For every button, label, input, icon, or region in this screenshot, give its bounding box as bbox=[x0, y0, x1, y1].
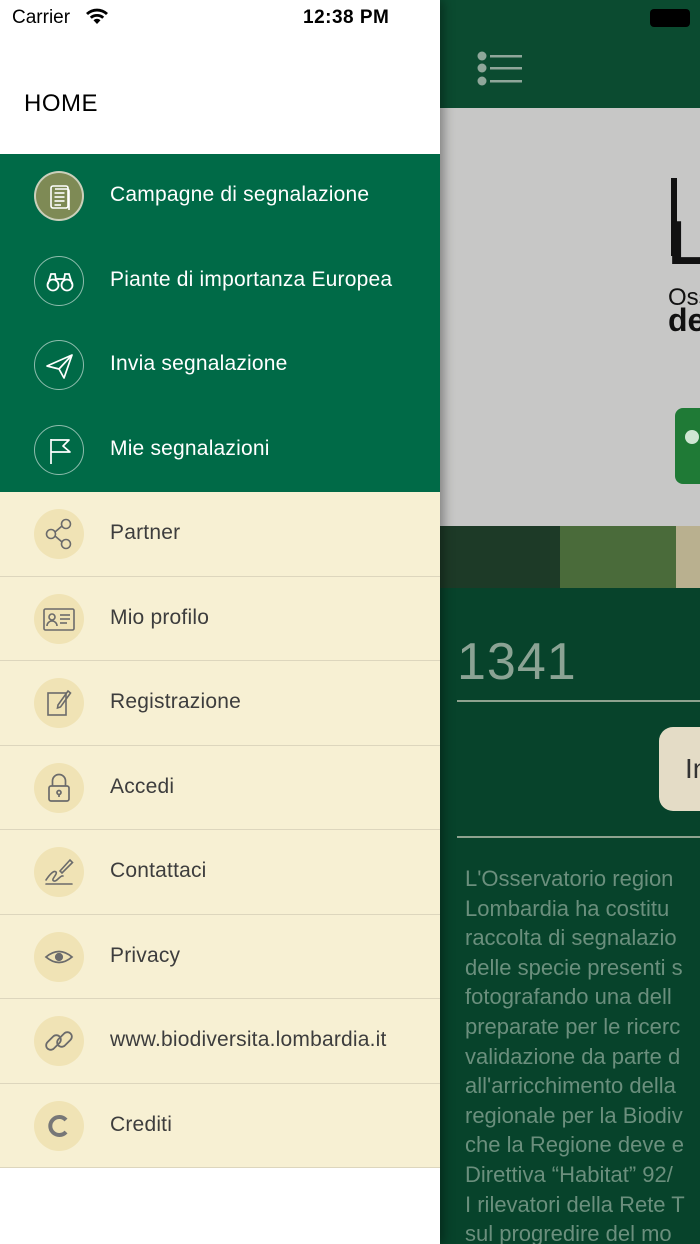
lock-icon bbox=[34, 762, 84, 813]
share-icon bbox=[34, 509, 84, 559]
menu-item-privacy[interactable]: Privacy bbox=[0, 915, 440, 999]
side-drawer: Carrier 12:38 PM HOME Campagne di segnal… bbox=[0, 0, 440, 1244]
menu-item-label: Crediti bbox=[110, 1112, 173, 1136]
wifi-icon bbox=[86, 8, 108, 24]
document-icon bbox=[34, 171, 84, 221]
status-bar: Carrier 12:38 PM bbox=[0, 0, 440, 36]
main-screen: Lo Oss de 1341 In L'Osservatorio region … bbox=[440, 0, 700, 1244]
menu-item-label: Registrazione bbox=[110, 690, 241, 713]
primary-menu: Campagne di segnalazione Piante di impor… bbox=[0, 154, 440, 492]
battery-icon bbox=[650, 9, 690, 27]
menu-item-crediti[interactable]: Crediti bbox=[0, 1084, 440, 1168]
menu-item-label: Contattaci bbox=[110, 859, 207, 882]
eye-icon bbox=[34, 931, 84, 982]
divider bbox=[457, 700, 700, 702]
clock: 12:38 PM bbox=[303, 7, 390, 28]
menu-item-profilo[interactable]: Mio profilo bbox=[0, 577, 440, 661]
menu-item-label: Privacy bbox=[110, 943, 181, 967]
edit-icon bbox=[34, 678, 84, 728]
paper-plane-icon bbox=[34, 340, 84, 390]
menu-item-label: Invia segnalazione bbox=[110, 352, 288, 375]
menu-item-label: Piante di importanza Europea bbox=[110, 267, 393, 291]
menu-item-label: Campagne di segnalazione bbox=[110, 183, 370, 206]
signature-icon bbox=[34, 847, 84, 897]
credits-icon bbox=[34, 1100, 84, 1151]
menu-item-label: Mie segnalazioni bbox=[110, 436, 270, 460]
hero-banner bbox=[440, 108, 700, 526]
menu-item-contattaci[interactable]: Contattaci bbox=[0, 830, 440, 915]
menu-item-piante[interactable]: Piante di importanza Europea bbox=[0, 239, 440, 324]
logo-text: Lo bbox=[668, 209, 700, 278]
logo-subtext: de bbox=[668, 302, 700, 338]
id-card-icon bbox=[34, 593, 84, 644]
binoculars-icon bbox=[34, 255, 84, 306]
menu-item-label: www.biodiversita.lombardia.it bbox=[110, 1028, 387, 1051]
reports-counter: 1341 bbox=[457, 633, 577, 691]
menu-list-icon[interactable] bbox=[476, 50, 524, 90]
carrier-label: Carrier bbox=[12, 7, 71, 28]
menu-item-accedi[interactable]: Accedi bbox=[0, 746, 440, 830]
menu-item-mie-segnalazioni[interactable]: Mie segnalazioni bbox=[0, 408, 440, 493]
top-bar bbox=[440, 0, 700, 108]
menu-item-website-link[interactable]: www.biodiversita.lombardia.it bbox=[0, 999, 440, 1084]
image-strip bbox=[560, 526, 676, 588]
menu-item-registrazione[interactable]: Registrazione bbox=[0, 661, 440, 746]
image-strip bbox=[440, 526, 560, 588]
menu-item-partner[interactable]: Partner bbox=[0, 492, 440, 577]
divider bbox=[457, 836, 700, 838]
menu-item-invia[interactable]: Invia segnalazione bbox=[0, 323, 440, 408]
action-button[interactable]: In bbox=[659, 727, 700, 811]
link-icon bbox=[34, 1016, 84, 1066]
image-strip bbox=[676, 526, 700, 588]
menu-item-campagne[interactable]: Campagne di segnalazione bbox=[0, 154, 440, 239]
secondary-menu: Partner Mio profilo Registrazione Accedi… bbox=[0, 492, 440, 1168]
toggle-badge[interactable] bbox=[675, 408, 700, 484]
description-text: L'Osservatorio region Lombardia ha costi… bbox=[465, 866, 685, 1244]
drawer-title[interactable]: HOME bbox=[24, 90, 98, 118]
flag-icon bbox=[34, 424, 84, 475]
menu-item-label: Mio profilo bbox=[110, 605, 210, 629]
menu-item-label: Partner bbox=[110, 521, 181, 544]
menu-item-label: Accedi bbox=[110, 774, 175, 798]
